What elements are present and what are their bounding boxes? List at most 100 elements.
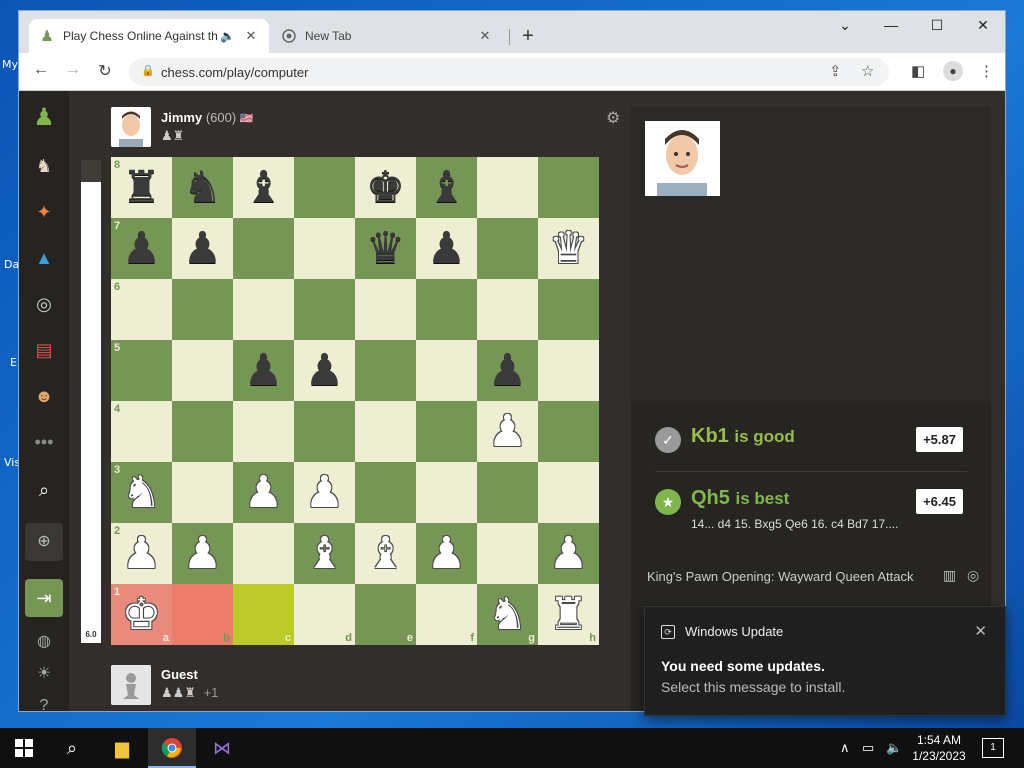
- square-b1[interactable]: b: [172, 584, 233, 645]
- close-tab-icon[interactable]: ✕: [477, 28, 493, 44]
- black-rook-icon[interactable]: ♜: [122, 165, 161, 210]
- windows-update-toast[interactable]: ⟳ Windows Update ✕ You need some updates…: [644, 606, 1006, 716]
- black-pawn-icon[interactable]: ♟: [305, 348, 344, 393]
- square-d5[interactable]: ♟: [294, 340, 355, 401]
- tab-search-button[interactable]: ⌄: [825, 17, 865, 34]
- square-b6[interactable]: [172, 279, 233, 340]
- square-b7[interactable]: ♟: [172, 218, 233, 279]
- square-d2[interactable]: ♝: [294, 523, 355, 584]
- desktop-label[interactable]: My: [2, 58, 18, 71]
- square-h5[interactable]: [538, 340, 599, 401]
- square-f6[interactable]: [416, 279, 477, 340]
- square-c3[interactable]: ♟: [233, 462, 294, 523]
- square-e1[interactable]: e: [355, 584, 416, 645]
- news-icon[interactable]: ▤: [31, 337, 57, 363]
- black-pawn-icon[interactable]: ♟: [183, 226, 222, 271]
- share-icon[interactable]: ⇪: [829, 62, 842, 80]
- social-icon[interactable]: ☻: [31, 383, 57, 409]
- more-icon[interactable]: •••: [31, 429, 57, 455]
- close-tab-icon[interactable]: ✕: [243, 28, 259, 44]
- black-knight-icon[interactable]: ♞: [183, 165, 222, 210]
- white-bishop-icon[interactable]: ♝: [366, 531, 405, 576]
- white-rook-icon[interactable]: ♜: [549, 592, 588, 637]
- square-c1[interactable]: c: [233, 584, 294, 645]
- square-a5[interactable]: 5: [111, 340, 172, 401]
- action-center-icon[interactable]: 1: [982, 738, 1004, 758]
- square-f4[interactable]: [416, 401, 477, 462]
- white-knight-icon[interactable]: ♞: [122, 470, 161, 515]
- black-king-icon[interactable]: ♚: [366, 165, 405, 210]
- square-f7[interactable]: ♟: [416, 218, 477, 279]
- square-a3[interactable]: 3 ♞: [111, 462, 172, 523]
- network-icon[interactable]: ▭: [862, 740, 874, 756]
- white-knight-icon[interactable]: ♞: [488, 592, 527, 637]
- white-pawn-icon[interactable]: ♟: [305, 470, 344, 515]
- black-pawn-icon[interactable]: ♟: [244, 348, 283, 393]
- square-g1[interactable]: g ♞: [477, 584, 538, 645]
- square-h4[interactable]: [538, 401, 599, 462]
- white-pawn-icon[interactable]: ♟: [427, 531, 466, 576]
- black-pawn-icon[interactable]: ♟: [427, 226, 466, 271]
- explore-compass-icon[interactable]: ◎: [967, 567, 979, 584]
- square-d6[interactable]: [294, 279, 355, 340]
- square-e4[interactable]: [355, 401, 416, 462]
- square-c7[interactable]: [233, 218, 294, 279]
- settings-gear-icon[interactable]: ⚙: [606, 108, 620, 128]
- black-pawn-icon[interactable]: ♟: [488, 348, 527, 393]
- tab-chess[interactable]: ♟ Play Chess Online Against th 🔈 ✕: [29, 19, 269, 53]
- white-pawn-icon[interactable]: ♟: [183, 531, 222, 576]
- reload-button[interactable]: ↻: [93, 61, 117, 81]
- square-g4[interactable]: ♟: [477, 401, 538, 462]
- square-h2[interactable]: ♟: [538, 523, 599, 584]
- square-a8[interactable]: 8 ♜: [111, 157, 172, 218]
- start-button[interactable]: [0, 728, 48, 768]
- square-d4[interactable]: [294, 401, 355, 462]
- square-g6[interactable]: [477, 279, 538, 340]
- square-h1[interactable]: h ♜: [538, 584, 599, 645]
- square-c4[interactable]: [233, 401, 294, 462]
- square-f5[interactable]: [416, 340, 477, 401]
- profile-icon[interactable]: ●: [943, 61, 963, 81]
- square-c6[interactable]: [233, 279, 294, 340]
- square-e3[interactable]: [355, 462, 416, 523]
- square-h6[interactable]: [538, 279, 599, 340]
- square-e2[interactable]: ♝: [355, 523, 416, 584]
- opponent-avatar[interactable]: [111, 107, 151, 147]
- square-b8[interactable]: ♞: [172, 157, 233, 218]
- square-a4[interactable]: 4: [111, 401, 172, 462]
- clock[interactable]: 1:54 AM 1/23/2023: [906, 732, 972, 764]
- square-b3[interactable]: [172, 462, 233, 523]
- login-button[interactable]: ⇥: [25, 579, 63, 617]
- search-icon[interactable]: ⌕: [48, 728, 96, 768]
- square-g3[interactable]: [477, 462, 538, 523]
- close-window-button[interactable]: ✕: [963, 17, 1003, 34]
- watch-icon[interactable]: ◎: [31, 291, 57, 317]
- address-bar[interactable]: 🔒 chess.com/play/computer ⇪ ☆: [129, 58, 889, 86]
- play-icon[interactable]: ♞: [31, 153, 57, 179]
- square-e7[interactable]: ♛: [355, 218, 416, 279]
- black-pawn-icon[interactable]: ♟: [122, 226, 161, 271]
- visual-studio-icon[interactable]: ⋈: [198, 728, 246, 768]
- player-avatar[interactable]: [111, 665, 151, 705]
- square-e6[interactable]: [355, 279, 416, 340]
- maximize-button[interactable]: ☐: [917, 17, 957, 34]
- chesscom-logo-icon[interactable]: ♟: [31, 105, 57, 131]
- file-explorer-icon[interactable]: ▆: [98, 728, 146, 768]
- close-toast-icon[interactable]: ✕: [974, 622, 987, 640]
- white-bishop-icon[interactable]: ♝: [305, 531, 344, 576]
- volume-icon[interactable]: 🔈: [886, 740, 902, 756]
- square-f1[interactable]: f: [416, 584, 477, 645]
- new-tab-button[interactable]: +: [517, 25, 539, 48]
- show-hidden-icons-chevron-icon[interactable]: ∧: [840, 740, 850, 756]
- square-g7[interactable]: [477, 218, 538, 279]
- chess-board[interactable]: 8 ♜ ♞ ♝ ♚ ♝ 7 ♟ ♟ ♛ ♟ ♛ 6 5 ♟ ♟ ♟ 4 ♟ 3 ♞ ♟ ♟ 2 ♟ ♟ ♝ ♝ ♟ ♟ 1 a ♚ b c d e f g ♞…: [111, 157, 599, 645]
- white-pawn-icon[interactable]: ♟: [244, 470, 283, 515]
- learn-icon[interactable]: ▲: [31, 245, 57, 271]
- square-c5[interactable]: ♟: [233, 340, 294, 401]
- square-b2[interactable]: ♟: [172, 523, 233, 584]
- forward-button[interactable]: →: [61, 61, 85, 79]
- menu-kebab-icon[interactable]: ⋮: [979, 62, 994, 80]
- square-g5[interactable]: ♟: [477, 340, 538, 401]
- square-e8[interactable]: ♚: [355, 157, 416, 218]
- square-f3[interactable]: [416, 462, 477, 523]
